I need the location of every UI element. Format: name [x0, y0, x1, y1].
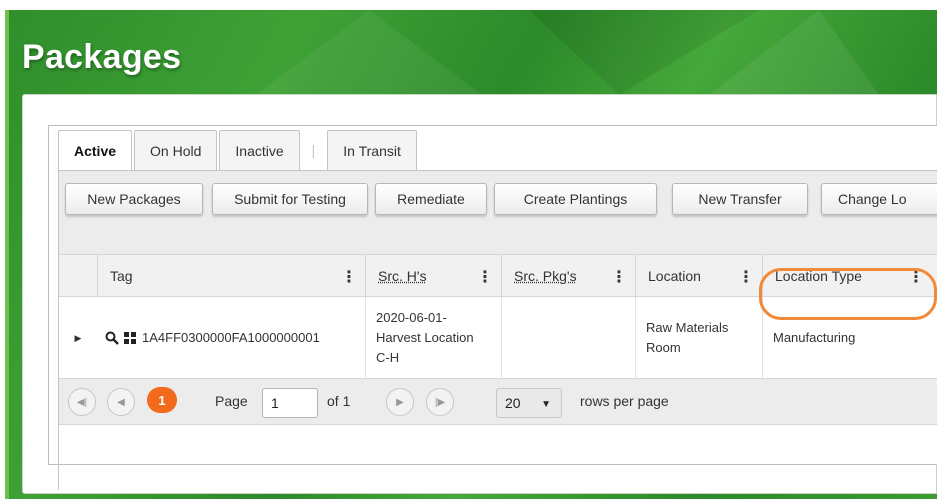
- location-line: Raw Materials: [646, 320, 729, 335]
- column-label-src-pkg: Src. Pkg's: [514, 268, 577, 284]
- chevron-down-icon: ▼: [541, 399, 551, 410]
- prev-page-icon[interactable]: ◀: [107, 388, 135, 416]
- change-location-button[interactable]: Change Lo: [821, 183, 937, 215]
- current-page-badge[interactable]: 1: [147, 387, 177, 413]
- column-menu-icon[interactable]: ⋮: [477, 267, 493, 287]
- next-page-icon[interactable]: ▶: [386, 388, 414, 416]
- new-transfer-button[interactable]: New Transfer: [672, 183, 808, 215]
- column-menu-icon[interactable]: ⋮: [908, 267, 924, 287]
- src-harvest-line: 2020-06-01-: [376, 310, 447, 325]
- column-label-location: Location: [648, 268, 701, 284]
- barcode-icon[interactable]: [123, 331, 137, 345]
- column-header-location-type[interactable]: Location Type ⋮: [762, 255, 932, 297]
- page-title: Packages: [22, 38, 182, 76]
- tab-content: New Packages Submit for Testing Remediat…: [58, 170, 937, 490]
- submit-for-testing-button[interactable]: Submit for Testing: [212, 183, 368, 215]
- src-harvest-line: C-H: [376, 350, 400, 365]
- grid-header: Tag ⋮ Src. H's ⋮ Src. Pkg's ⋮ Location ⋮…: [59, 255, 937, 297]
- header-decoration: [249, 10, 489, 100]
- src-package-cell: [501, 297, 635, 379]
- main-panel: Active On Hold Inactive | In Transit New…: [22, 94, 937, 494]
- header-decoration: [709, 10, 879, 95]
- tab-list: Active On Hold Inactive | In Transit: [58, 130, 419, 170]
- column-header-src-pkg[interactable]: Src. Pkg's ⋮: [501, 255, 635, 297]
- rows-per-page-label: rows per page: [580, 393, 669, 409]
- column-label-location-type: Location Type: [775, 268, 862, 284]
- page-count-label: of 1: [327, 393, 351, 409]
- tabstrip: Active On Hold Inactive | In Transit New…: [48, 125, 937, 490]
- column-label-tag: Tag: [110, 268, 133, 284]
- package-tag[interactable]: 1A4FF0300000FA1000000001: [142, 328, 320, 348]
- remediate-button[interactable]: Remediate: [375, 183, 487, 215]
- page-label: Page: [215, 393, 248, 409]
- column-label-src-h: Src. H's: [378, 268, 427, 284]
- tab-active[interactable]: Active: [58, 130, 133, 170]
- page-number-input[interactable]: 1: [262, 388, 318, 418]
- location-line: Room: [646, 340, 681, 355]
- create-plantings-button[interactable]: Create Plantings: [494, 183, 657, 215]
- expand-column-header: [59, 255, 97, 297]
- column-header-tag[interactable]: Tag ⋮: [97, 255, 365, 297]
- src-harvest-cell: 2020-06-01- Harvest Location C-H: [365, 297, 501, 379]
- pager: ◀| ◀ 1 Page 1 of 1 ▶ |▶ 20 ▼ rows per pa…: [59, 379, 937, 425]
- tag-cell: 1A4FF0300000FA1000000001: [97, 297, 365, 379]
- column-header-src-h[interactable]: Src. H's ⋮: [365, 255, 501, 297]
- new-packages-button[interactable]: New Packages: [65, 183, 203, 215]
- search-icon[interactable]: [105, 331, 119, 345]
- table-row[interactable]: ▶ 1A4FF0300000FA1000000001 2020-06-01- H…: [59, 297, 937, 379]
- column-header-location[interactable]: Location ⋮: [635, 255, 762, 297]
- rows-per-page-select[interactable]: 20 ▼: [496, 388, 562, 418]
- column-menu-icon[interactable]: ⋮: [341, 267, 357, 287]
- src-harvest-line: Harvest Location: [376, 330, 474, 345]
- first-page-icon[interactable]: ◀|: [68, 388, 96, 416]
- column-menu-icon[interactable]: ⋮: [611, 267, 627, 287]
- last-page-icon[interactable]: |▶: [426, 388, 454, 416]
- expand-row-icon[interactable]: ▶: [59, 297, 97, 379]
- tab-separator: |: [311, 142, 316, 158]
- tab-in-transit[interactable]: In Transit: [327, 130, 417, 170]
- grid-toolbar: New Packages Submit for Testing Remediat…: [59, 171, 937, 255]
- location-cell: Raw Materials Room: [635, 297, 762, 379]
- rows-per-page-value: 20: [505, 395, 521, 411]
- location-type-cell: Manufacturing: [762, 297, 932, 379]
- column-menu-icon[interactable]: ⋮: [738, 267, 754, 287]
- tab-inactive[interactable]: Inactive: [219, 130, 300, 170]
- tab-on-hold[interactable]: On Hold: [134, 130, 218, 170]
